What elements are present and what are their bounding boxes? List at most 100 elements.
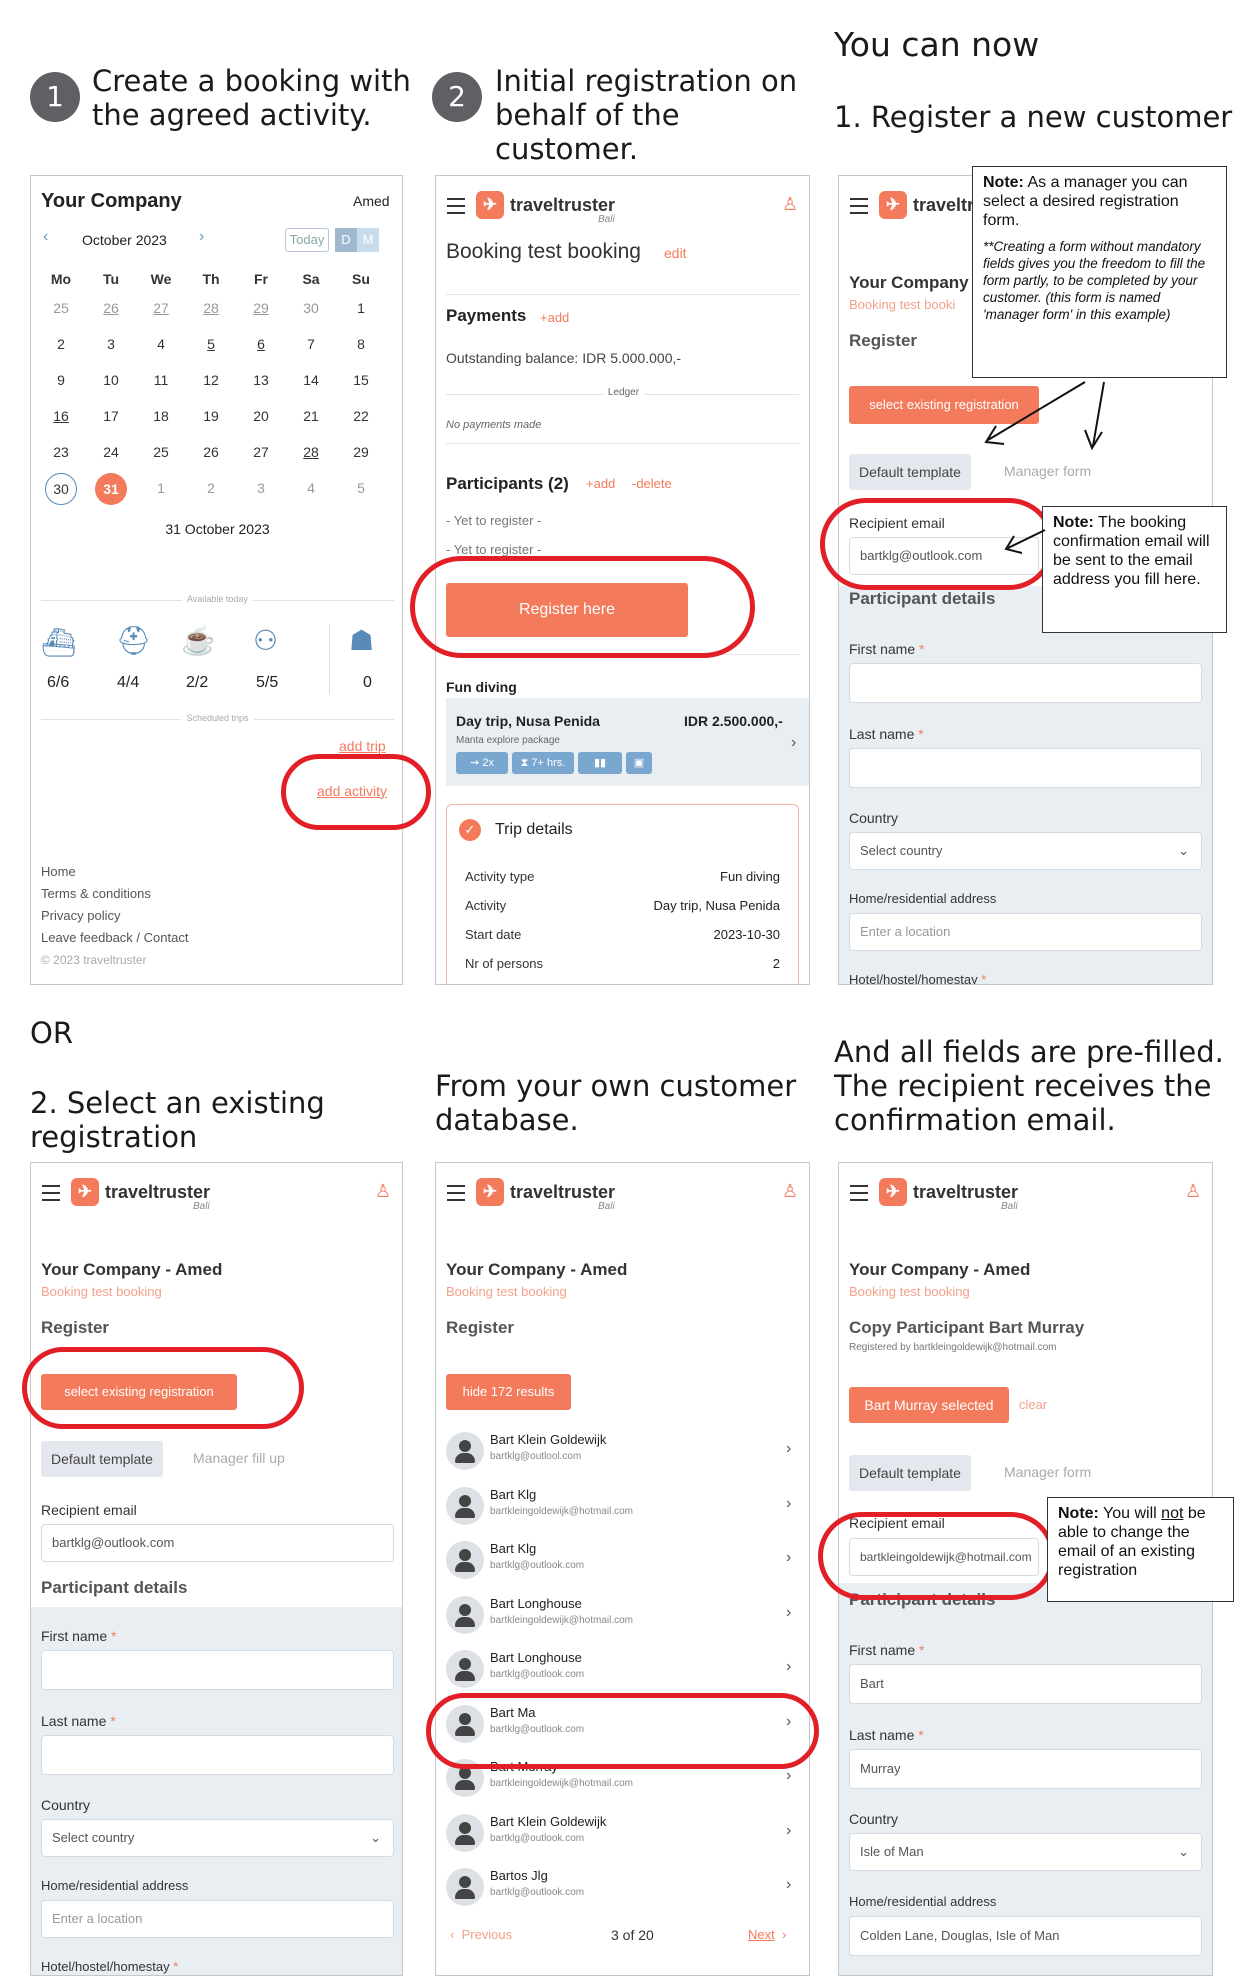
registered-by: Registered by bartkleingoldewijk@hotmail… <box>849 1342 1057 1353</box>
avatar-icon <box>446 1432 484 1470</box>
avatar-icon <box>446 1595 484 1634</box>
hotel-label: Hotel/hostel/homestay * <box>41 1959 179 1974</box>
page-indicator: 3 of 20 <box>611 1927 654 1943</box>
result-email: bartklg@outlook.com <box>490 1832 585 1844</box>
chevron-down-icon: ⌄ <box>370 1830 381 1845</box>
result-name: Bart Klg <box>490 1541 537 1556</box>
booking-link[interactable]: Booking test booking <box>849 1284 970 1299</box>
country-select[interactable]: Isle of Man ⌄ <box>849 1833 1202 1871</box>
highlight-select-existing <box>22 1347 304 1429</box>
brand-name: traveltruster <box>913 1181 1019 1202</box>
brand-name: traveltruster <box>510 1181 616 1202</box>
logo-icon: ✈ <box>879 1178 907 1206</box>
result-row[interactable]: Bart Longhouse bartklg@outlook.com › <box>436 1644 809 1694</box>
default-template-tab[interactable]: Default template <box>849 1455 971 1491</box>
results-panel: ✈ traveltruster Bali ♙ Your Company - Ame… <box>435 1162 810 1976</box>
result-row[interactable]: Bart Klg bartklg@outlook.com › <box>436 1535 809 1585</box>
result-email: bartklg@outlook.com <box>490 1669 585 1680</box>
company-name: Your Company - Amed <box>446 1260 628 1279</box>
first-name-input[interactable] <box>41 1650 394 1690</box>
chevron-down-icon: ⌄ <box>1178 1844 1189 1859</box>
company-name: Your Company - Amed <box>41 1260 223 1279</box>
prefilled-heading: And all fields are pre-filled. The recip… <box>834 1035 1224 1137</box>
result-row[interactable]: Bart Klein Goldewijk bartklg@outlook.com › <box>436 1808 809 1858</box>
recipient-email-input[interactable]: bartklg@outlook.com <box>41 1524 394 1562</box>
chevron-right-icon: › <box>786 1440 792 1457</box>
result-email: bartklg@outlook.com <box>490 1560 585 1571</box>
highlight-bart-murray <box>426 1693 819 1769</box>
menu-icon[interactable] <box>850 1185 868 1201</box>
result-email: bartklg@outlool.com <box>490 1451 582 1462</box>
menu-icon[interactable] <box>447 1185 465 1201</box>
register-heading: Register <box>446 1318 515 1337</box>
user-icon[interactable]: ♙ <box>782 1181 798 1202</box>
brand-logo[interactable]: ✈ traveltruster <box>476 1178 615 1206</box>
brand-sub: Bali <box>1001 1201 1018 1212</box>
manager-fill-tab[interactable]: Manager fill up <box>193 1450 285 1466</box>
recipient-email-label: Recipient email <box>41 1502 137 1518</box>
highlight-locked-email <box>818 1512 1055 1600</box>
chevron-right-icon: › <box>786 1658 792 1675</box>
brand-name: traveltruster <box>105 1181 211 1202</box>
address-input[interactable]: Colden Lane, Douglas, Isle of Man <box>849 1916 1202 1956</box>
result-name: Bart Longhouse <box>490 1595 582 1611</box>
result-name: Bart Klein Goldewijk <box>490 1813 607 1829</box>
brand-logo[interactable]: ✈ traveltruster <box>879 1178 1018 1206</box>
selected-participant-button[interactable]: Bart Murray selected <box>849 1387 1009 1423</box>
first-name-input[interactable]: Bart <box>849 1664 1202 1704</box>
country-label: Country <box>849 1811 899 1827</box>
address-label: Home/residential address <box>41 1878 189 1893</box>
own-database-heading: From your own customer database. <box>435 1069 797 1137</box>
locked-email-note: Note: You will not be able to change the… <box>1047 1497 1234 1602</box>
register-heading: Register <box>41 1318 110 1337</box>
clear-link[interactable]: clear <box>1019 1397 1047 1412</box>
country-label: Country <box>41 1797 91 1813</box>
default-template-tab[interactable]: Default template <box>41 1441 163 1477</box>
address-input[interactable]: Enter a location <box>41 1900 394 1938</box>
menu-icon[interactable] <box>42 1185 60 1201</box>
manager-form-tab[interactable]: Manager form <box>1004 1464 1091 1480</box>
first-name-label: First name * <box>41 1628 117 1644</box>
brand-sub: Bali <box>598 1201 615 1212</box>
avatar-icon <box>446 1868 484 1906</box>
brand-sub: Bali <box>193 1201 210 1212</box>
last-name-input[interactable] <box>41 1735 394 1775</box>
result-row[interactable]: Bartos Jlg bartklg@outlook.com › <box>436 1862 809 1912</box>
result-email: bartklg@outlook.com <box>490 1887 585 1898</box>
result-name: Bartos Jlg <box>490 1868 548 1883</box>
chevron-right-icon: › <box>786 1494 792 1512</box>
result-name: Bart Klein Goldewijk <box>490 1432 607 1447</box>
avatar-icon <box>446 1650 484 1688</box>
brand-logo[interactable]: ✈ traveltruster <box>71 1178 210 1206</box>
next-page-link[interactable]: Next › <box>748 1927 786 1942</box>
result-name: Bart Longhouse <box>490 1650 582 1665</box>
booking-link[interactable]: Booking test booking <box>446 1284 567 1299</box>
chevron-right-icon: › <box>786 1767 792 1784</box>
country-select[interactable]: Select country ⌄ <box>41 1819 394 1857</box>
logo-icon: ✈ <box>476 1178 504 1206</box>
last-name-label: Last name * <box>41 1713 116 1729</box>
first-name-label: First name * <box>849 1642 925 1658</box>
chevron-right-icon: › <box>786 1876 792 1893</box>
booking-link[interactable]: Booking test booking <box>41 1284 162 1299</box>
avatar-icon <box>446 1541 484 1579</box>
last-name-input[interactable]: Murray <box>849 1749 1202 1789</box>
avatar-icon <box>446 1813 484 1852</box>
result-row[interactable]: Bart Klein Goldewijk bartklg@outlool.com › <box>436 1426 809 1476</box>
avatar-icon <box>446 1486 484 1525</box>
result-row[interactable]: Bart Longhouse bartkleingoldewijk@hotmail… <box>436 1590 809 1640</box>
user-icon[interactable]: ♙ <box>375 1181 391 1202</box>
select-panel: ✈ traveltruster Bali ♙ Your Company - Ame… <box>30 1162 403 1976</box>
previous-page-link[interactable]: ‹ Previous <box>450 1927 512 1942</box>
result-email: bartkleingoldewijk@hotmail.com <box>490 1505 633 1517</box>
logo-icon: ✈ <box>71 1178 99 1206</box>
result-email: bartkleingoldewijk@hotmail.com <box>490 1614 633 1626</box>
result-row[interactable]: Bart Klg bartkleingoldewijk@hotmail.com › <box>436 1481 809 1531</box>
chevron-right-icon: › <box>786 1821 792 1839</box>
hide-results-button[interactable]: hide 172 results <box>446 1374 571 1410</box>
user-icon[interactable]: ♙ <box>1185 1181 1201 1202</box>
company-name: Your Company - Amed <box>849 1260 1031 1279</box>
result-email: bartkleingoldewijk@hotmail.com <box>490 1778 633 1789</box>
result-name: Bart Klg <box>490 1486 537 1502</box>
participant-details-heading: Participant details <box>41 1578 188 1597</box>
